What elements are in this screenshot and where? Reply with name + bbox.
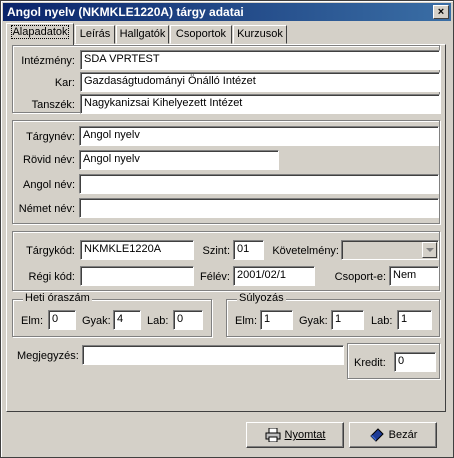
credit-field[interactable]: 0 [394, 352, 436, 372]
subject-code-label: Tárgykód: [26, 245, 75, 257]
notes-label: Megjegyzés: [17, 350, 79, 362]
weekly-lab-label: Lab: [147, 315, 169, 327]
close-book-icon [369, 428, 384, 442]
dialog-window: Angol nyelv (NKMKLE1220A) tárgy adatai ×… [0, 0, 454, 458]
close-icon[interactable]: × [433, 5, 449, 19]
weight-lecture-label: Elm: [235, 315, 257, 327]
title-bar[interactable]: Angol nyelv (NKMKLE1220A) tárgy adatai × [3, 3, 451, 21]
german-name-field[interactable] [79, 198, 439, 218]
codes-group: Tárgykód: NKMKLE1220A Szint: 01 Követelm… [12, 231, 440, 291]
faculty-label: Kar: [54, 77, 75, 89]
old-code-field[interactable] [80, 266, 194, 286]
weekly-lecture-field[interactable]: 0 [48, 310, 76, 330]
tab-label: Alapadatok [11, 25, 69, 39]
org-group: Intézmény: SDA VPRTEST Kar: Gazdaságtudo… [12, 45, 440, 114]
institution-field[interactable]: SDA VPRTEST [80, 50, 440, 70]
level-field[interactable]: 01 [233, 240, 264, 260]
weighting-legend: Súlyozás [237, 292, 286, 304]
print-label: Nyomtat [284, 429, 326, 441]
close-button[interactable]: Bezár [349, 422, 437, 448]
requirement-select[interactable] [341, 240, 439, 260]
department-label: Tanszék: [31, 99, 75, 111]
subject-name-label: Tárgynév: [26, 131, 75, 143]
weight-practice-field[interactable]: 1 [331, 310, 364, 330]
english-name-field[interactable] [79, 174, 439, 194]
weight-practice-label: Gyak: [299, 315, 328, 327]
weekly-practice-label: Gyak: [82, 315, 111, 327]
tab-alapadatok[interactable]: Alapadatok [6, 23, 74, 45]
english-name-label: Angol név: [23, 179, 75, 191]
semester-label: Félév: [200, 271, 230, 283]
weight-lab-field[interactable]: 1 [397, 310, 432, 330]
weighting-group: Súlyozás Elm: 1 Gyak: 1 Lab: 1 [226, 292, 440, 337]
level-label: Szint: [202, 245, 230, 257]
chevron-down-icon[interactable] [422, 242, 437, 258]
weight-lecture-field[interactable]: 1 [260, 310, 293, 330]
tab-label: Kurzusok [237, 28, 283, 40]
short-name-label: Rövid név: [23, 154, 75, 166]
group-label: Csoport-e: [334, 271, 386, 283]
german-name-label: Német név: [18, 203, 75, 215]
print-button[interactable]: Nyomtat [246, 422, 344, 448]
tab-leiras[interactable]: Leírás [75, 25, 115, 44]
weekly-practice-field[interactable]: 4 [113, 310, 141, 330]
window-title: Angol nyelv (NKMKLE1220A) tárgy adatai [7, 5, 244, 19]
tab-label: Leírás [79, 28, 111, 40]
names-group: Tárgynév: Angol nyelv Rövid név: Angol n… [12, 120, 440, 224]
tab-csoportok[interactable]: Csoportok [170, 25, 232, 44]
tab-panel: Intézmény: SDA VPRTEST Kar: Gazdaságtudo… [6, 44, 446, 412]
old-code-label: Régi kód: [28, 271, 75, 283]
printer-icon [265, 428, 281, 443]
weekly-hours-group: Heti óraszám Elm: 0 Gyak: 4 Lab: 0 [12, 292, 212, 337]
faculty-field[interactable]: Gazdaságtudományi Önálló Intézet [80, 72, 440, 92]
department-field[interactable]: Nagykanizsai Kihelyezett Intézet [80, 94, 440, 114]
institution-label: Intézmény: [21, 55, 75, 67]
weekly-lecture-label: Elm: [21, 315, 43, 327]
credit-group: Kredit: 0 [347, 343, 440, 379]
subject-code-field[interactable]: NKMKLE1220A [80, 240, 194, 260]
weekly-hours-legend: Heti óraszám [23, 292, 92, 304]
weekly-lab-field[interactable]: 0 [173, 310, 203, 330]
requirement-label: Követelmény: [272, 245, 339, 257]
credit-label: Kredit: [354, 357, 386, 369]
weight-lab-label: Lab: [371, 315, 393, 327]
tab-label: Csoportok [175, 28, 227, 40]
semester-field[interactable]: 2001/02/1 [233, 266, 315, 286]
notes-field[interactable] [82, 345, 344, 365]
tab-label: Hallgatók [119, 28, 166, 40]
tab-kurzusok[interactable]: Kurzusok [233, 25, 287, 44]
short-name-field[interactable]: Angol nyelv [79, 150, 279, 170]
subject-name-field[interactable]: Angol nyelv [79, 126, 439, 146]
group-field[interactable]: Nem [389, 266, 439, 286]
tab-hallgatok[interactable]: Hallgatók [116, 25, 169, 44]
close-label: Bezár [388, 429, 418, 441]
